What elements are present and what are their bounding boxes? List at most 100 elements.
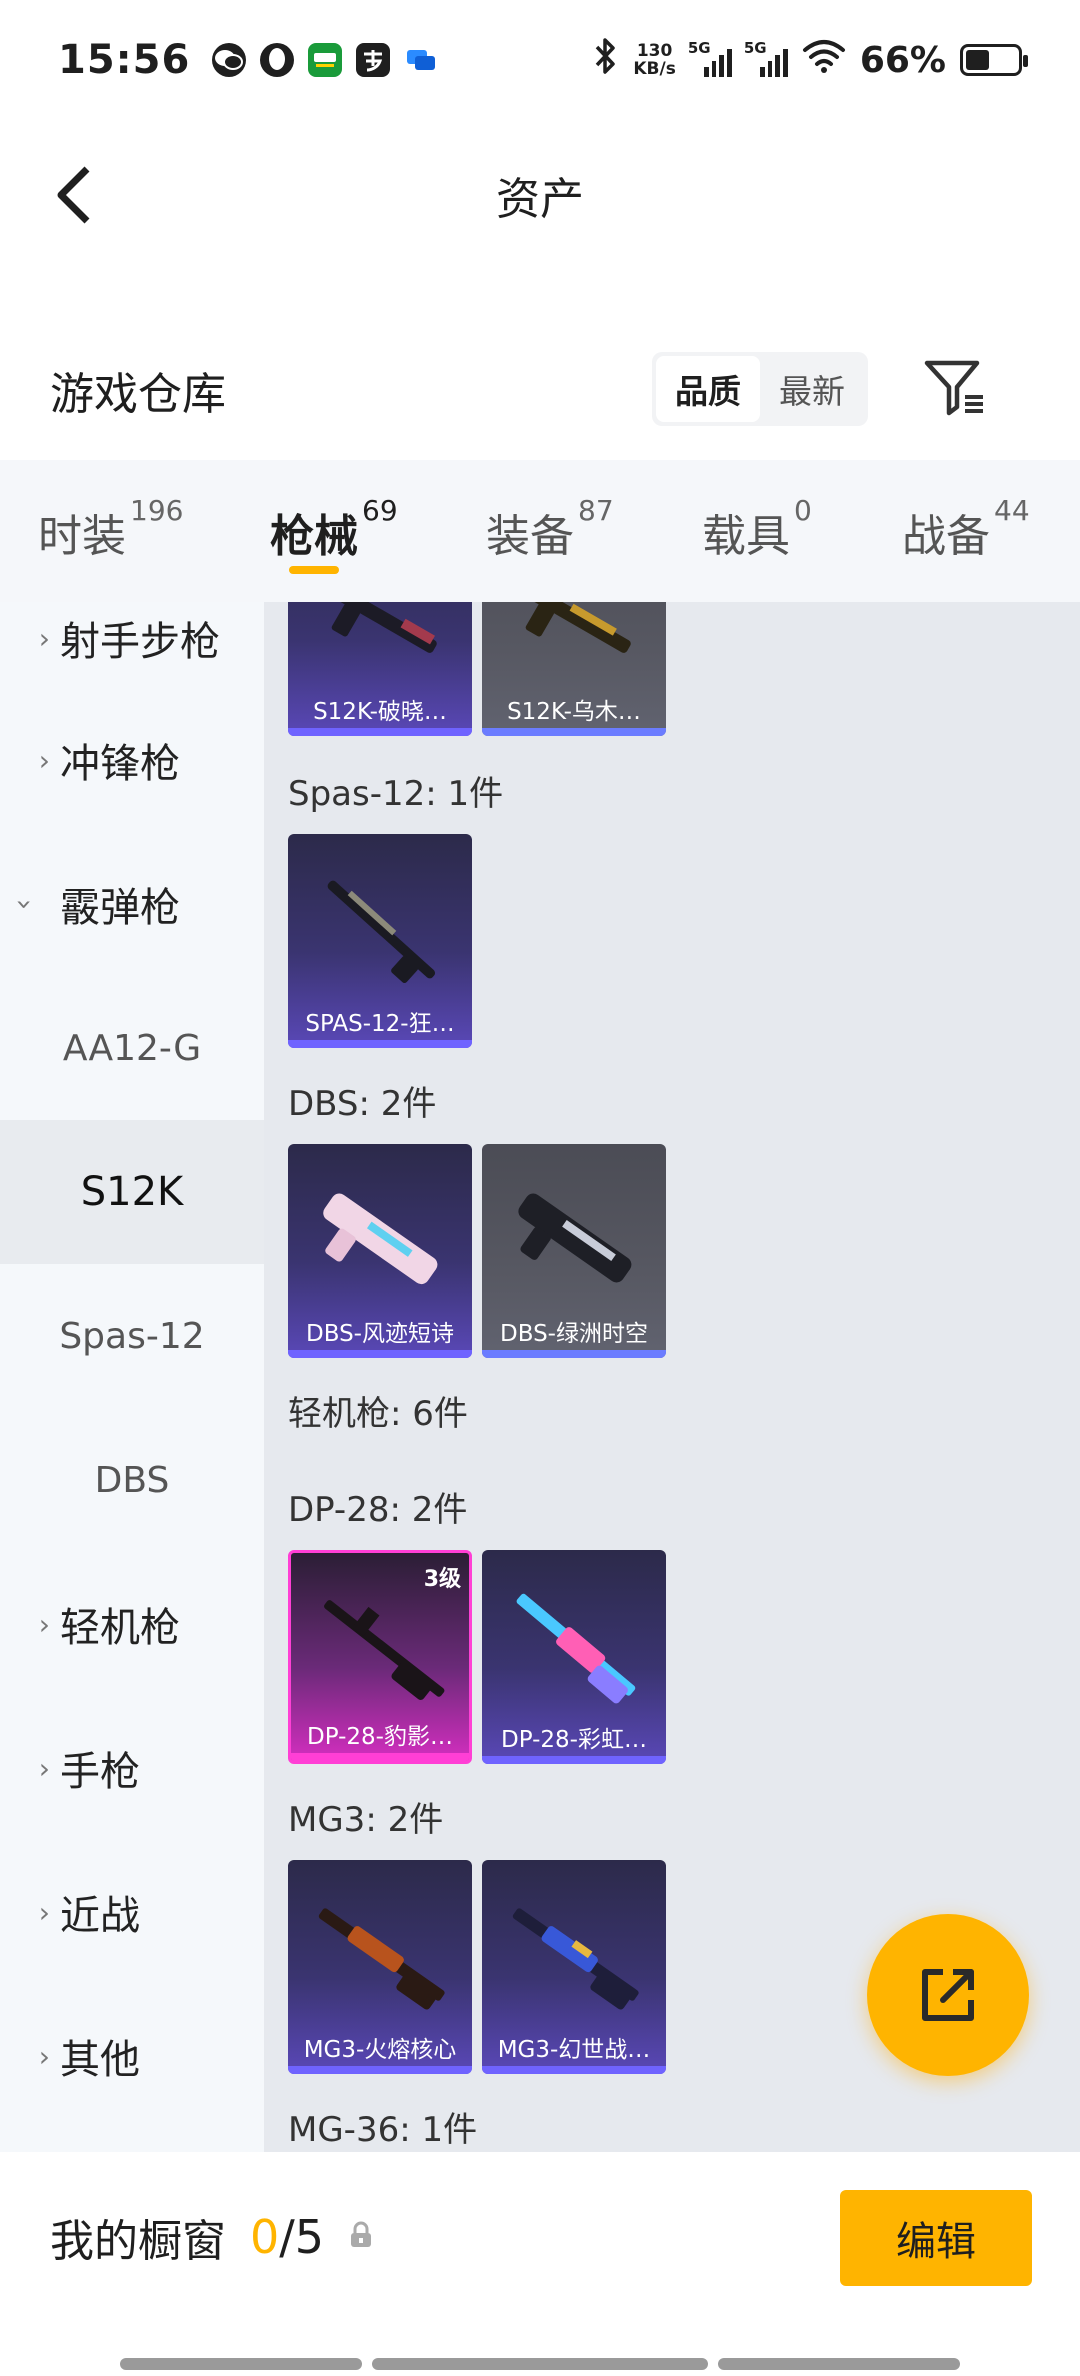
share-floating-button[interactable]: [867, 1914, 1029, 2076]
tab-vehicles[interactable]: 载具0: [702, 460, 812, 564]
status-app-icons: [212, 43, 438, 77]
filter-button[interactable]: [920, 352, 990, 422]
status-right: 130 KB/s 5G 5G 66%: [593, 36, 1028, 85]
rarity-bar: [482, 1756, 666, 1764]
system-nav-bar: [0, 2354, 1080, 2376]
network-speed: 130 KB/s: [633, 42, 675, 78]
rarity-bar: [288, 1350, 472, 1358]
weapon-card[interactable]: SPAS-12-狂…: [288, 834, 472, 1048]
nav-segment: [372, 2358, 708, 2370]
sidebar-subitem-aa12g[interactable]: AA12-G: [0, 976, 264, 1120]
rarity-bar: [288, 1040, 472, 1048]
wifi-icon: [802, 38, 846, 83]
sidebar-item-label: 其他: [60, 2037, 140, 2083]
machine-gun-icon: [318, 1908, 445, 2010]
tab-count: 69: [362, 494, 398, 527]
sidebar-item-pistol[interactable]: › 手枪: [0, 1696, 264, 1840]
weapon-name: MG3-幻世战…: [497, 2037, 651, 2063]
weapon-name: S12K-乌木…: [507, 699, 641, 725]
qq-icon: [260, 43, 295, 77]
shotgun-icon: [518, 1193, 632, 1283]
chevron-right-icon: ›: [38, 621, 50, 655]
battery-percent: 66%: [859, 39, 946, 81]
tab-count: 44: [994, 494, 1030, 527]
sidebar-item-label: DBS: [94, 1459, 170, 1501]
sidebar-item-label: 手枪: [60, 1749, 140, 1795]
tab-fashion[interactable]: 时装196: [38, 460, 183, 564]
battery-icon: [960, 44, 1028, 76]
showcase-max: 5: [294, 2210, 325, 2264]
weapon-name: MG3-火熔核心: [303, 2037, 457, 2063]
weapon-card[interactable]: DBS-绿洲时空: [482, 1144, 666, 1358]
signal-2-label: 5G: [743, 39, 767, 57]
sidebar-subitem-spas12[interactable]: Spas-12: [0, 1264, 264, 1408]
chevron-right-icon: ›: [38, 1607, 50, 1641]
tab-equipment[interactable]: 装备87: [486, 460, 614, 564]
chevron-right-icon: ›: [38, 1895, 50, 1929]
sort-quality-option[interactable]: 品质: [656, 356, 760, 422]
chevron-right-icon: ›: [38, 1751, 50, 1785]
machine-gun-icon: [512, 1908, 639, 2010]
sidebar-item-marksman-rifle[interactable]: › 射手步枪: [0, 602, 264, 688]
weapon-card[interactable]: DP-28-彩虹…: [482, 1550, 666, 1764]
weapon-card[interactable]: DBS-风迹短诗: [288, 1144, 472, 1358]
showcase-count: 0/5: [250, 2210, 324, 2264]
filter-icon: [924, 360, 983, 416]
lock-icon: [348, 2220, 374, 2254]
weapon-card[interactable]: S12K-乌木…: [482, 602, 666, 736]
guazi-icon: [308, 43, 343, 77]
tab-firearms[interactable]: 枪械69: [270, 460, 398, 574]
section-title: 游戏仓库: [50, 369, 226, 420]
sidebar-subitem-dbs[interactable]: DBS: [0, 1408, 264, 1552]
sidebar-subitem-s12k[interactable]: S12K: [0, 1120, 264, 1264]
group-label-dbs: DBS: 2件: [288, 1084, 437, 1124]
tab-label: 载具: [702, 511, 790, 562]
sort-newest-option[interactable]: 最新: [760, 356, 864, 422]
tab-supplies[interactable]: 战备44: [902, 460, 1030, 564]
sidebar-item-label: S12K: [80, 1169, 184, 1215]
sidebar-item-shotgun[interactable]: › 霰弹枪: [0, 832, 264, 976]
weapon-card[interactable]: MG3-火熔核心: [288, 1860, 472, 2074]
category-tabs: 时装196 枪械69 装备87 载具0 战备44: [0, 460, 1080, 602]
tab-count: 0: [794, 494, 812, 527]
showcase-current: 0: [250, 2210, 280, 2264]
edit-button[interactable]: 编辑: [840, 2190, 1032, 2286]
active-tab-indicator: [288, 566, 339, 574]
sidebar-item-label: Spas-12: [59, 1315, 205, 1357]
alipay-icon: [356, 43, 391, 77]
message-icon: [404, 43, 438, 77]
signal-icon: 5G: [744, 39, 788, 77]
signal-1-label: 5G: [687, 39, 711, 57]
weapon-card[interactable]: MG3-幻世战…: [482, 1860, 666, 2074]
back-button[interactable]: [40, 160, 110, 230]
back-arrow-icon: [57, 166, 90, 224]
sidebar-item-other[interactable]: › 其他: [0, 1984, 264, 2128]
network-speed-unit: KB/s: [633, 59, 676, 79]
sidebar-item-smg[interactable]: › 冲锋枪: [0, 688, 264, 832]
group-label-mg3: MG3: 2件: [288, 1800, 444, 1840]
shotgun-icon: [327, 880, 436, 983]
sidebar-item-lmg[interactable]: › 轻机枪: [0, 1552, 264, 1696]
weapon-card[interactable]: 3级 DP-28-豹影…: [288, 1550, 472, 1764]
tab-label: 战备: [902, 511, 990, 562]
sidebar-item-melee[interactable]: › 近战: [0, 1840, 264, 1984]
bluetooth-icon: [593, 36, 619, 85]
rarity-bar: [288, 2066, 472, 2074]
warehouse-section-header: 游戏仓库 品质 最新: [0, 330, 1080, 450]
rarity-bar: [482, 1350, 666, 1358]
tab-label: 时装: [38, 511, 126, 562]
weapon-name: SPAS-12-狂…: [305, 1011, 455, 1037]
page-title: 资产: [496, 174, 584, 225]
tab-label: 装备: [486, 511, 574, 562]
weapon-name: DBS-绿洲时空: [500, 1321, 648, 1347]
group-label-spas12: Spas-12: 1件: [288, 774, 504, 814]
app-header: 资产: [0, 120, 1080, 270]
chevron-right-icon: ›: [38, 743, 50, 777]
chevron-right-icon: ›: [38, 2039, 50, 2073]
group-label-lmg: 轻机枪: 6件: [288, 1394, 468, 1434]
weapon-card[interactable]: S12K-破晓…: [288, 602, 472, 736]
shotgun-icon: [323, 1193, 438, 1285]
nav-segment: [718, 2358, 960, 2370]
showcase-bar: 我的橱窗 0/5 编辑: [0, 2152, 1080, 2322]
share-external-icon: [922, 1969, 974, 2021]
